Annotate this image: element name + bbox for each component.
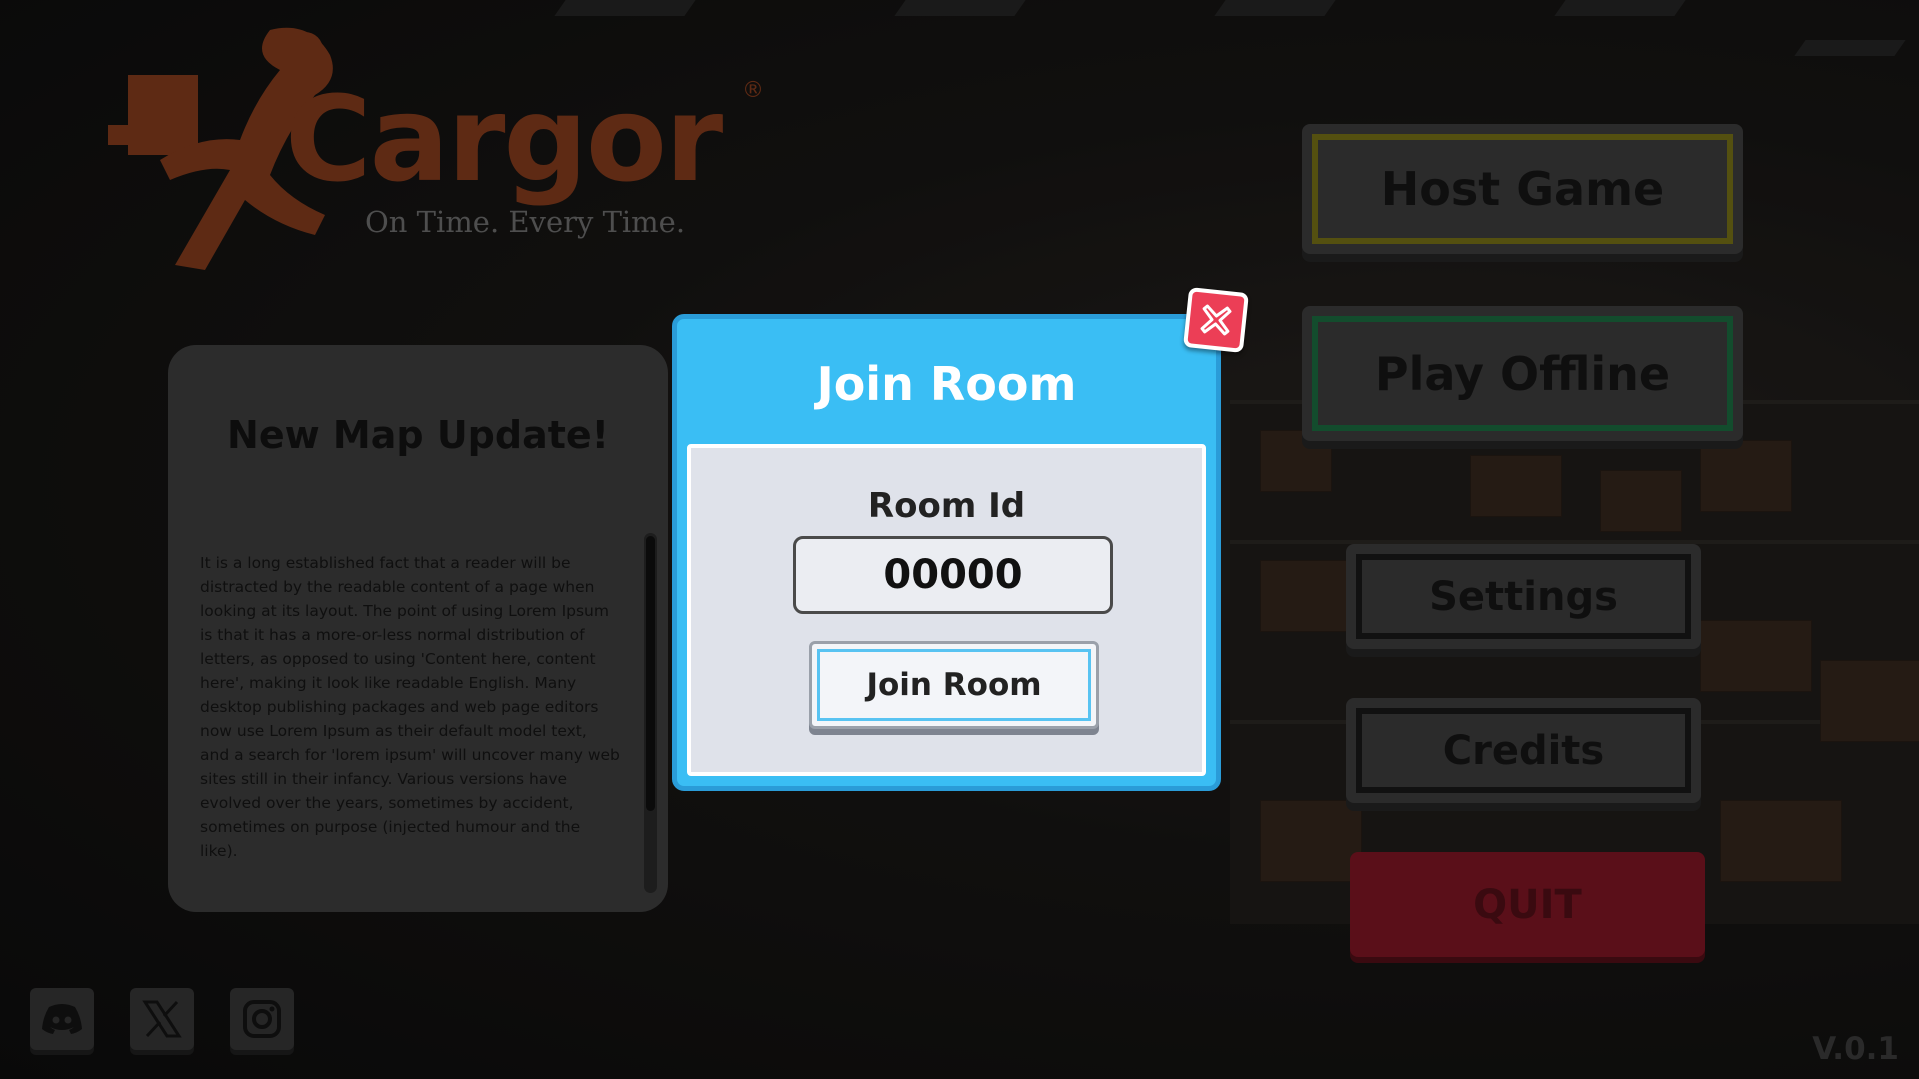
play-offline-label: Play Offline <box>1312 316 1733 431</box>
version-label: V.0.1 <box>1812 1031 1899 1067</box>
settings-label: Settings <box>1356 554 1691 639</box>
news-panel: New Map Update! It is a long established… <box>168 345 668 912</box>
join-room-dialog: Join Room Room Id Join Room <box>672 314 1221 791</box>
close-dialog-button[interactable] <box>1183 287 1249 353</box>
dialog-body: Room Id Join Room <box>687 444 1206 776</box>
news-body: It is a long established fact that a rea… <box>200 554 620 860</box>
discord-icon <box>42 1004 82 1034</box>
instagram-icon <box>243 1000 281 1038</box>
news-scrollbar-thumb[interactable] <box>646 536 655 811</box>
x-button[interactable] <box>130 988 194 1050</box>
host-game-label: Host Game <box>1312 134 1733 244</box>
logo-tagline: On Time. Every Time. <box>365 205 686 239</box>
quit-label: QUIT <box>1473 881 1582 928</box>
dialog-title: Join Room <box>816 357 1077 411</box>
game-logo: Cargor ® On Time. Every Time. <box>0 0 780 290</box>
news-scrollbar[interactable] <box>644 533 657 893</box>
registered-mark: ® <box>742 78 764 103</box>
room-id-label: Room Id <box>867 486 1026 526</box>
settings-button[interactable]: Settings <box>1346 544 1701 649</box>
join-room-button-label: Join Room <box>817 649 1091 721</box>
news-title: New Map Update! <box>227 413 609 457</box>
logo-wordmark: Cargor <box>285 70 723 208</box>
credits-button[interactable]: Credits <box>1346 698 1701 803</box>
quit-button[interactable]: QUIT <box>1350 852 1705 957</box>
discord-button[interactable] <box>30 988 94 1050</box>
credits-label: Credits <box>1356 708 1691 793</box>
play-offline-button[interactable]: Play Offline <box>1302 306 1743 441</box>
host-game-button[interactable]: Host Game <box>1302 124 1743 254</box>
instagram-button[interactable] <box>230 988 294 1050</box>
room-id-input[interactable] <box>793 536 1113 614</box>
x-icon <box>142 1000 182 1038</box>
join-room-button[interactable]: Join Room <box>809 641 1099 729</box>
close-icon <box>1200 304 1232 336</box>
